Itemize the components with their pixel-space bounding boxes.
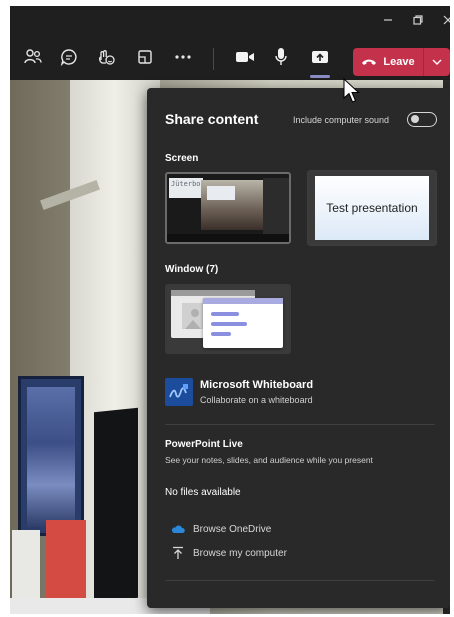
toolbar-separator [213, 48, 214, 70]
mic-icon [275, 48, 287, 65]
share-icon [312, 51, 328, 63]
browse-onedrive-link[interactable]: Browse OneDrive [171, 522, 271, 536]
include-sound-label: Include computer sound [293, 115, 390, 125]
divider [165, 580, 435, 581]
divider [165, 424, 435, 425]
onedrive-icon [171, 522, 185, 536]
window-thumbnail[interactable] [165, 284, 291, 354]
screen-thumb-taskbar [167, 234, 289, 242]
leave-label: Leave [383, 56, 415, 68]
close-icon [443, 15, 450, 25]
include-sound-toggle[interactable] [407, 112, 437, 127]
notice-board [18, 376, 84, 536]
presentation-slide: Test presentation [315, 176, 429, 240]
camera-icon [236, 52, 254, 62]
react-icon [98, 50, 115, 65]
hang-up-icon [362, 59, 377, 65]
whiteboard-icon[interactable] [165, 378, 193, 406]
meeting-toolbar: Leave [10, 36, 450, 80]
minimize-icon [384, 19, 392, 21]
teams-window: Leave Share content Include computer sou… [10, 6, 450, 614]
board-content [27, 387, 75, 527]
browse-computer-label: Browse my computer [193, 547, 287, 559]
presentation-thumbnail[interactable]: Test presentation [307, 170, 437, 246]
restore-button[interactable] [406, 10, 430, 32]
whiteboard-logo [169, 384, 188, 398]
screen-thumb-text: Jüterbog [171, 180, 205, 188]
chat-button[interactable] [56, 44, 82, 70]
panel-title: Share content [165, 111, 259, 127]
rooms-button[interactable] [132, 44, 158, 70]
share-content-button[interactable] [307, 44, 333, 70]
browse-computer-link[interactable]: Browse my computer [171, 546, 287, 560]
powerpoint-live-title: PowerPoint Live [165, 439, 243, 450]
share-content-panel: Share content Include computer sound Scr… [147, 88, 450, 608]
mouse-cursor-icon [343, 78, 360, 103]
window-thumb-line [211, 312, 239, 316]
screen-thumb-projector [207, 186, 235, 200]
screen-section-label: Screen [165, 153, 199, 164]
leave-options-button[interactable] [424, 48, 450, 76]
more-icon [175, 55, 191, 59]
monitor [94, 407, 138, 603]
window-thumb-back-bar [171, 290, 255, 296]
screen-thumbnail[interactable]: Jüterbog [165, 172, 291, 244]
upload-icon [171, 546, 185, 560]
window-thumb-front-bar [203, 298, 283, 304]
toggle-knob [411, 115, 419, 123]
camera-button[interactable] [232, 44, 258, 70]
screen-thumb-sidebar [263, 178, 289, 238]
leave-button[interactable]: Leave [353, 48, 423, 76]
chat-icon [60, 49, 77, 66]
title-bar [10, 6, 450, 36]
microphone-button[interactable] [268, 44, 294, 70]
window-thumb-line [211, 332, 231, 336]
powerpoint-live-subtitle: See your notes, slides, and audience whi… [165, 455, 373, 465]
more-options-button[interactable] [170, 44, 196, 70]
rooms-icon [138, 50, 152, 64]
close-button[interactable] [436, 10, 450, 32]
window-thumb-front [203, 298, 283, 348]
minimize-button[interactable] [376, 10, 400, 32]
whiteboard-subtitle: Collaborate on a whiteboard [200, 395, 313, 405]
whiteboard-title[interactable]: Microsoft Whiteboard [200, 379, 313, 391]
window-thumb-line [211, 322, 247, 326]
people-icon [24, 49, 42, 64]
window-section-label: Window (7) [165, 264, 219, 275]
chevron-down-icon [432, 59, 442, 65]
restore-icon [413, 15, 423, 25]
browse-onedrive-label: Browse OneDrive [193, 523, 272, 535]
participants-button[interactable] [20, 44, 46, 70]
no-files-label: No files available [165, 487, 241, 498]
active-share-indicator [310, 75, 330, 78]
reactions-button[interactable] [93, 44, 119, 70]
